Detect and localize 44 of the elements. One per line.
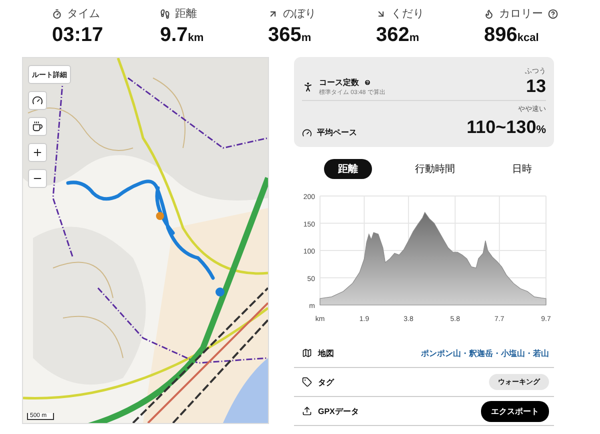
gauge-icon xyxy=(32,95,43,106)
map-link[interactable]: ポンポン山・釈迦岳・小塩山・若山 xyxy=(421,348,549,358)
map-icon xyxy=(302,348,312,358)
stat-value: 362 xyxy=(376,24,410,47)
help-icon[interactable] xyxy=(548,8,558,18)
tab[interactable]: 行動時間 xyxy=(401,159,469,179)
stat-value: 9.7 xyxy=(160,24,188,47)
pace-label: 平均ペース xyxy=(317,127,357,138)
timer-icon xyxy=(52,8,62,18)
stat-label: カロリー xyxy=(499,7,543,21)
footprints-icon xyxy=(160,8,170,18)
row-label: 地図 xyxy=(318,348,334,358)
pace-unit: % xyxy=(536,124,546,136)
stat-unit: kcal xyxy=(517,32,539,44)
gauge-icon xyxy=(302,128,312,138)
plus-icon xyxy=(32,147,43,158)
pace-value: 110~130 xyxy=(466,117,536,138)
stat-unit: m xyxy=(409,32,420,44)
upload-icon xyxy=(302,406,312,416)
row-label: タグ xyxy=(318,376,334,388)
stat-label: タイム xyxy=(67,7,100,21)
tag-icon xyxy=(302,377,312,387)
stat-value: 365 xyxy=(268,24,302,47)
cup-button[interactable] xyxy=(28,117,47,136)
stat-unit: m xyxy=(301,32,312,44)
stat-label: のぼり xyxy=(283,7,316,21)
course-title: コース定数 xyxy=(319,77,359,88)
flame-icon xyxy=(484,8,494,18)
row-label: GPXデータ xyxy=(318,406,359,416)
stat-label: くだり xyxy=(391,7,424,21)
course-value: 13 xyxy=(526,76,546,97)
stat-value: 03:17 xyxy=(52,24,104,47)
tab[interactable]: 距離 xyxy=(324,159,372,179)
tab[interactable]: 日時 xyxy=(498,159,546,179)
export-button[interactable]: エクスポート xyxy=(481,400,549,422)
gauge-button[interactable] xyxy=(28,91,47,110)
hiker-icon xyxy=(302,81,314,93)
arrow-up-right-icon xyxy=(268,8,278,18)
stat-unit: km xyxy=(188,32,204,44)
stat-value: 896 xyxy=(484,24,518,47)
arrow-down-right-icon xyxy=(376,8,386,18)
stat-label: 距離 xyxy=(175,7,197,21)
zoom-in-button[interactable] xyxy=(28,143,47,162)
cup-icon xyxy=(32,121,43,132)
